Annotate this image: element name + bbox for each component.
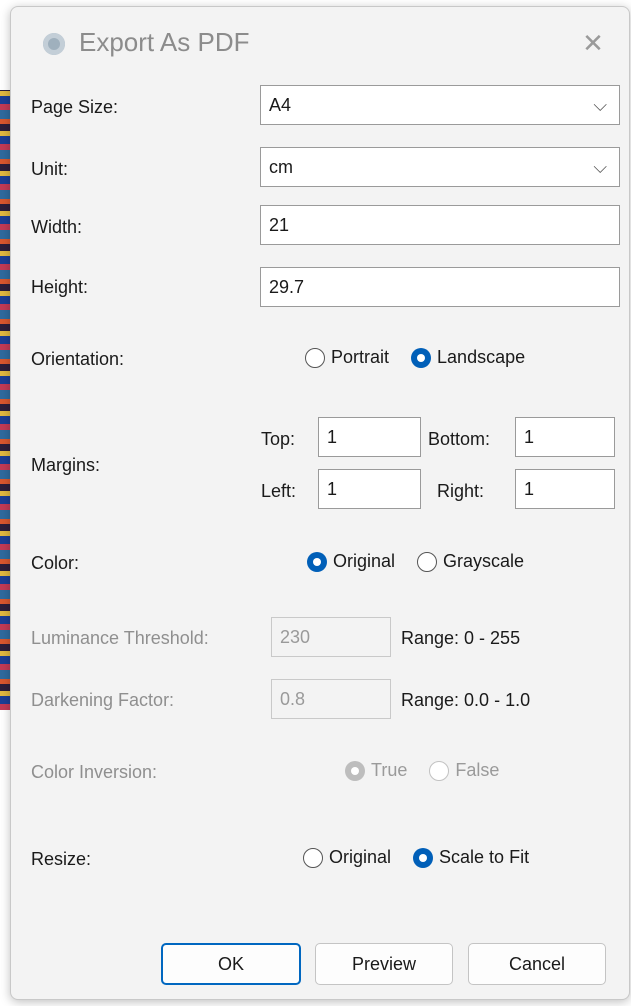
portrait-label: Portrait [331,347,390,367]
resize-label: Resize: [31,849,92,869]
height-label: Height: [31,277,89,297]
radio-checked-icon [307,551,327,572]
color-inversion-group: True False [345,760,521,781]
color-original-label: Original [333,551,396,571]
inversion-true-label: True [371,760,408,780]
margin-bottom-label: Bottom: [428,429,491,449]
title-bar: Export As PDF ✕ [11,7,629,83]
radio-unchecked-icon [303,847,323,868]
chevron-down-icon: ⌵ [593,95,607,115]
color-group: Original Grayscale [307,551,546,572]
export-pdf-dialog: Export As PDF ✕ Page Size: A4 ⌵ Unit: cm… [10,6,630,1000]
luminance-threshold-label: Luminance Threshold: [31,628,209,648]
darkening-factor-label: Darkening Factor: [31,690,175,710]
margins-label: Margins: [31,455,101,475]
app-icon [43,33,65,55]
radio-checked-icon [345,760,365,781]
cancel-button[interactable]: Cancel [468,943,606,985]
unit-value: cm [269,157,293,177]
width-input[interactable]: 21 [260,205,620,245]
close-icon[interactable]: ✕ [575,25,611,61]
color-label: Color: [31,553,80,573]
landscape-label: Landscape [437,347,526,367]
orientation-portrait-radio[interactable]: Portrait [305,347,389,368]
orientation-group: Portrait Landscape [305,347,547,368]
margin-right-input[interactable]: 1 [515,469,615,509]
preview-button[interactable]: Preview [315,943,453,985]
height-input[interactable]: 29.7 [260,267,620,307]
luminance-range-text: Range: 0 - 255 [401,628,521,648]
orientation-label: Orientation: [31,349,125,369]
inversion-false-radio[interactable]: False [429,760,499,781]
luminance-threshold-input[interactable]: 230 [271,617,391,657]
inversion-true-radio[interactable]: True [345,760,407,781]
darkening-factor-input[interactable]: 0.8 [271,679,391,719]
resize-group: Original Scale to Fit [303,847,551,868]
page-size-label: Page Size: [31,97,119,117]
dialog-title: Export As PDF [79,27,250,57]
page-size-value: A4 [269,95,292,115]
chevron-down-icon: ⌵ [593,157,607,177]
resize-scale-to-fit-label: Scale to Fit [439,847,530,867]
inversion-false-label: False [455,760,500,780]
margin-top-input[interactable]: 1 [318,417,421,457]
width-label: Width: [31,217,83,237]
radio-unchecked-icon [429,760,450,781]
unit-select[interactable]: cm ⌵ [260,147,620,187]
radio-unchecked-icon [305,347,325,368]
ok-button[interactable]: OK [161,943,301,985]
darkening-range-text: Range: 0.0 - 1.0 [401,690,531,710]
color-grayscale-radio[interactable]: Grayscale [417,551,524,572]
page-size-select[interactable]: A4 ⌵ [260,85,620,125]
color-grayscale-label: Grayscale [443,551,525,571]
margin-bottom-input[interactable]: 1 [515,417,615,457]
margin-left-input[interactable]: 1 [318,469,421,509]
margin-left-label: Left: [261,481,297,501]
margin-right-label: Right: [437,481,485,501]
radio-unchecked-icon [417,551,438,572]
color-original-radio[interactable]: Original [307,551,395,572]
color-inversion-label: Color Inversion: [31,762,158,782]
radio-checked-icon [411,347,432,368]
unit-label: Unit: [31,159,69,179]
resize-scale-to-fit-radio[interactable]: Scale to Fit [413,847,529,868]
resize-original-label: Original [329,847,392,867]
resize-original-radio[interactable]: Original [303,847,391,868]
radio-checked-icon [413,847,434,868]
margin-top-label: Top: [261,429,296,449]
orientation-landscape-radio[interactable]: Landscape [411,347,525,368]
